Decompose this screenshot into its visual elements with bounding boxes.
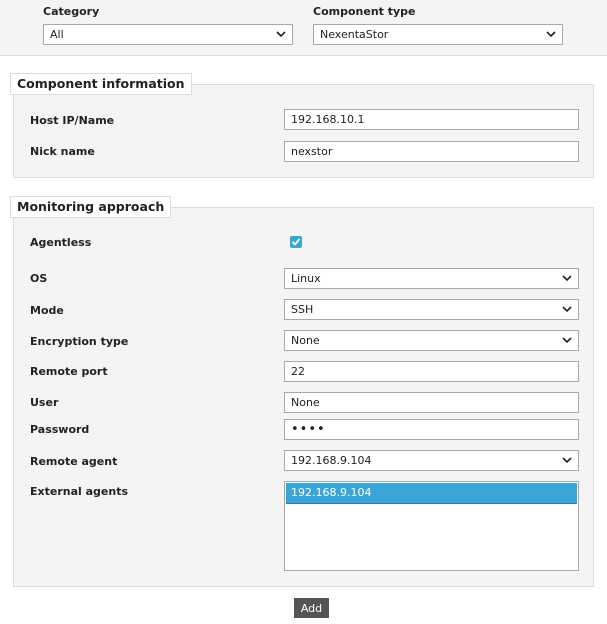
mode-select-value: SSH <box>291 303 314 316</box>
remote-port-label: Remote port <box>30 365 108 378</box>
component-type-select[interactable]: NexentaStor <box>313 24 563 45</box>
os-label: OS <box>30 272 48 285</box>
external-agent-option[interactable]: 192.168.9.104 <box>286 483 577 503</box>
component-type-label: Component type <box>313 5 416 18</box>
mode-select[interactable]: SSH <box>284 299 579 320</box>
nick-name-input[interactable]: nexstor <box>284 141 579 162</box>
user-input-value: None <box>291 396 320 409</box>
remote-agent-select-value: 192.168.9.104 <box>291 454 372 467</box>
monitoring-approach-legend: Monitoring approach <box>10 196 172 218</box>
password-input-value: •••• <box>291 422 326 437</box>
chevron-down-icon <box>562 275 572 282</box>
os-select-value: Linux <box>291 272 321 285</box>
password-input[interactable]: •••• <box>284 419 579 440</box>
user-input[interactable]: None <box>284 392 579 413</box>
nick-name-label: Nick name <box>30 145 95 158</box>
chevron-down-icon <box>562 337 572 344</box>
external-agents-label: External agents <box>30 485 129 498</box>
component-information-legend: Component information <box>10 73 192 95</box>
remote-agent-label: Remote agent <box>30 455 118 468</box>
remote-port-input-value: 22 <box>291 365 305 378</box>
chevron-down-icon <box>276 31 286 38</box>
remote-agent-select[interactable]: 192.168.9.104 <box>284 450 579 471</box>
component-type-select-value: NexentaStor <box>320 28 389 41</box>
password-label: Password <box>30 423 90 436</box>
category-select-value: All <box>50 28 64 41</box>
category-select[interactable]: All <box>43 24 293 45</box>
agentless-checkbox[interactable] <box>290 236 302 248</box>
external-agents-listbox[interactable]: 192.168.9.104 <box>284 481 579 571</box>
user-label: User <box>30 396 59 409</box>
encryption-type-select-value: None <box>291 334 320 347</box>
host-input-value: 192.168.10.1 <box>291 113 365 126</box>
remote-port-input[interactable]: 22 <box>284 361 579 382</box>
chevron-down-icon <box>562 306 572 313</box>
encryption-type-select[interactable]: None <box>284 330 579 351</box>
nick-name-input-value: nexstor <box>291 145 333 158</box>
chevron-down-icon <box>546 31 556 38</box>
category-label: Category <box>43 5 100 18</box>
filter-bar: Category All Component type NexentaStor <box>0 0 607 56</box>
mode-label: Mode <box>30 304 64 317</box>
host-label: Host IP/Name <box>30 114 115 127</box>
list-divider <box>286 503 577 504</box>
os-select[interactable]: Linux <box>284 268 579 289</box>
component-information-section <box>13 84 594 178</box>
host-input[interactable]: 192.168.10.1 <box>284 109 579 130</box>
agentless-label: Agentless <box>30 236 92 249</box>
checkmark-icon <box>291 238 301 246</box>
add-button[interactable]: Add <box>294 598 329 618</box>
chevron-down-icon <box>562 457 572 464</box>
encryption-type-label: Encryption type <box>30 335 129 348</box>
